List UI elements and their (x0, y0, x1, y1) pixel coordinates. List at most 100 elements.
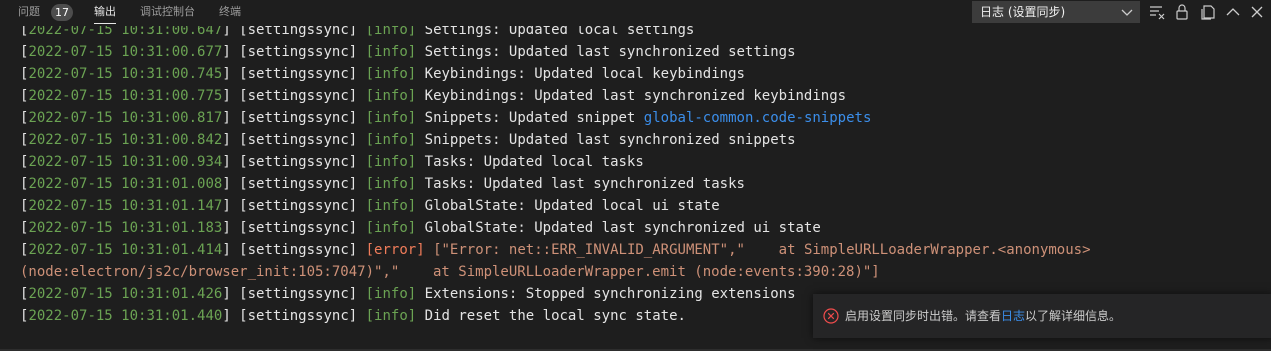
tab-output[interactable]: 输出 (94, 0, 116, 26)
log-timestamp: 2022-07-15 10:31:01.147 (28, 198, 223, 214)
log-line: [2022-07-15 10:31:00.677] [settingssync]… (20, 41, 796, 63)
bracket: ] [ (222, 110, 248, 126)
log-message: ["Error: net::ERR_INVALID_ARGUMENT"," at… (433, 242, 1091, 258)
bracket: ] [ (222, 176, 248, 192)
log-line: [2022-07-15 10:31:00.817] [settingssync]… (20, 107, 871, 129)
log-message: Did reset the local sync state. (424, 308, 686, 324)
log-message: Tasks: Updated last synchronized tasks (424, 176, 745, 192)
log-source: settingssync (247, 176, 349, 192)
log-message: GlobalState: Updated last synchronized u… (424, 220, 821, 236)
log-timestamp: 2022-07-15 10:31:00.934 (28, 154, 223, 170)
bracket: ] (348, 44, 366, 60)
error-notification[interactable]: 启用设置同步时出错。请查看日志以了解详细信息。 (813, 294, 1271, 338)
bracket: ] (348, 286, 366, 302)
log-source: settingssync (247, 44, 349, 60)
log-level: [info] (365, 88, 417, 104)
bracket: ] (348, 198, 366, 214)
log-source: settingssync (247, 88, 349, 104)
log-message: Extensions: Stopped synchronizing extens… (424, 286, 796, 302)
bracket: ] (348, 66, 366, 82)
bracket: ] [ (222, 44, 248, 60)
log-source: settingssync (247, 66, 349, 82)
log-level: [info] (365, 66, 417, 82)
open-in-editor-icon[interactable] (1199, 3, 1217, 21)
log-source: settingssync (247, 132, 349, 148)
tab-problems-label: 问题 (18, 5, 40, 18)
notification-log-link[interactable]: 日志 (1001, 309, 1025, 323)
log-source: settingssync (247, 308, 349, 324)
tab-problems[interactable]: 问题 (18, 0, 40, 26)
log-level: [info] (365, 132, 417, 148)
log-line: [2022-07-15 10:31:00.775] [settingssync]… (20, 85, 846, 107)
log-level: [info] (365, 154, 417, 170)
problems-count-badge: 17 (51, 4, 73, 21)
log-line: [2022-07-15 10:31:01.414] [settingssync]… (20, 239, 1091, 261)
tab-debug-console-label: 调试控制台 (140, 5, 195, 18)
log-timestamp: 2022-07-15 10:31:00.775 (28, 88, 223, 104)
tab-output-label: 输出 (94, 5, 116, 18)
bracket: ] [ (222, 220, 248, 236)
tab-terminal[interactable]: 终端 (219, 0, 241, 26)
log-level: [info] (365, 110, 417, 126)
panel-header: 问题 17 输出 调试控制台 终端 日志 (设置同步) (0, 0, 1271, 26)
log-source: settingssync (247, 154, 349, 170)
log-timestamp: 2022-07-15 10:31:01.414 (28, 242, 223, 258)
chevron-up-icon[interactable] (1224, 3, 1242, 21)
log-line: [2022-07-15 10:31:01.426] [settingssync]… (20, 283, 796, 305)
bracket: ] (348, 308, 366, 324)
bracket: ] [ (222, 88, 248, 104)
log-continuation: (node:electron/js2c/browser_init:105:704… (20, 264, 880, 280)
notification-text-after: 以了解详细信息。 (1025, 309, 1122, 323)
log-source: settingssync (247, 110, 349, 126)
bracket: ] (348, 88, 366, 104)
bracket: ] (348, 132, 366, 148)
log-line: [2022-07-15 10:31:01.008] [settingssync]… (20, 173, 745, 195)
log-message: Snippets: Updated snippet (424, 110, 644, 126)
bracket: ] (348, 110, 366, 126)
log-line: [2022-07-15 10:31:00.842] [settingssync]… (20, 129, 796, 151)
bracket: ] (348, 154, 366, 170)
log-timestamp: 2022-07-15 10:31:00.817 (28, 110, 223, 126)
bracket: ] [ (222, 66, 248, 82)
bracket: ] [ (222, 198, 248, 214)
log-message: Keybindings: Updated local keybindings (424, 66, 745, 82)
notification-text-before: 启用设置同步时出错。请查看 (845, 309, 1002, 323)
bracket: ] [ (222, 308, 248, 324)
notification-message: 启用设置同步时出错。请查看日志以了解详细信息。 (845, 308, 1121, 324)
bracket: ] [ (222, 154, 248, 170)
output-channel-select[interactable]: 日志 (设置同步) (972, 1, 1140, 23)
clear-output-icon[interactable] (1148, 3, 1166, 21)
close-icon[interactable] (1248, 3, 1266, 21)
log-message: Snippets: Updated last synchronized snip… (424, 132, 796, 148)
bracket: ] (348, 242, 366, 258)
log-line: [2022-07-15 10:31:01.147] [settingssync]… (20, 195, 720, 217)
log-source: settingssync (247, 220, 349, 236)
log-timestamp: 2022-07-15 10:31:01.183 (28, 220, 223, 236)
bracket: ] (348, 220, 366, 236)
lock-scroll-icon[interactable] (1173, 3, 1191, 21)
log-level: [info] (365, 44, 417, 60)
log-level: [info] (365, 198, 417, 214)
log-message: Tasks: Updated local tasks (424, 154, 644, 170)
log-level: [error] (365, 242, 425, 258)
log-message: GlobalState: Updated local ui state (424, 198, 720, 214)
log-timestamp: 2022-07-15 10:31:00.745 (28, 66, 223, 82)
log-source: settingssync (247, 198, 349, 214)
log-file-link[interactable]: global-common.code-snippets (644, 110, 872, 126)
log-timestamp: 2022-07-15 10:31:00.842 (28, 132, 223, 148)
chevron-down-icon (1121, 2, 1133, 22)
tab-debug-console[interactable]: 调试控制台 (140, 0, 195, 26)
bracket: ] [ (222, 242, 248, 258)
log-line: [2022-07-15 10:31:00.934] [settingssync]… (20, 151, 644, 173)
log-timestamp: 2022-07-15 10:31:00.677 (28, 44, 223, 60)
log-source: settingssync (247, 242, 349, 258)
log-line: [2022-07-15 10:31:00.745] [settingssync]… (20, 63, 745, 85)
log-line: [2022-07-15 10:31:01.183] [settingssync]… (20, 217, 821, 239)
bracket: ] [ (222, 286, 248, 302)
